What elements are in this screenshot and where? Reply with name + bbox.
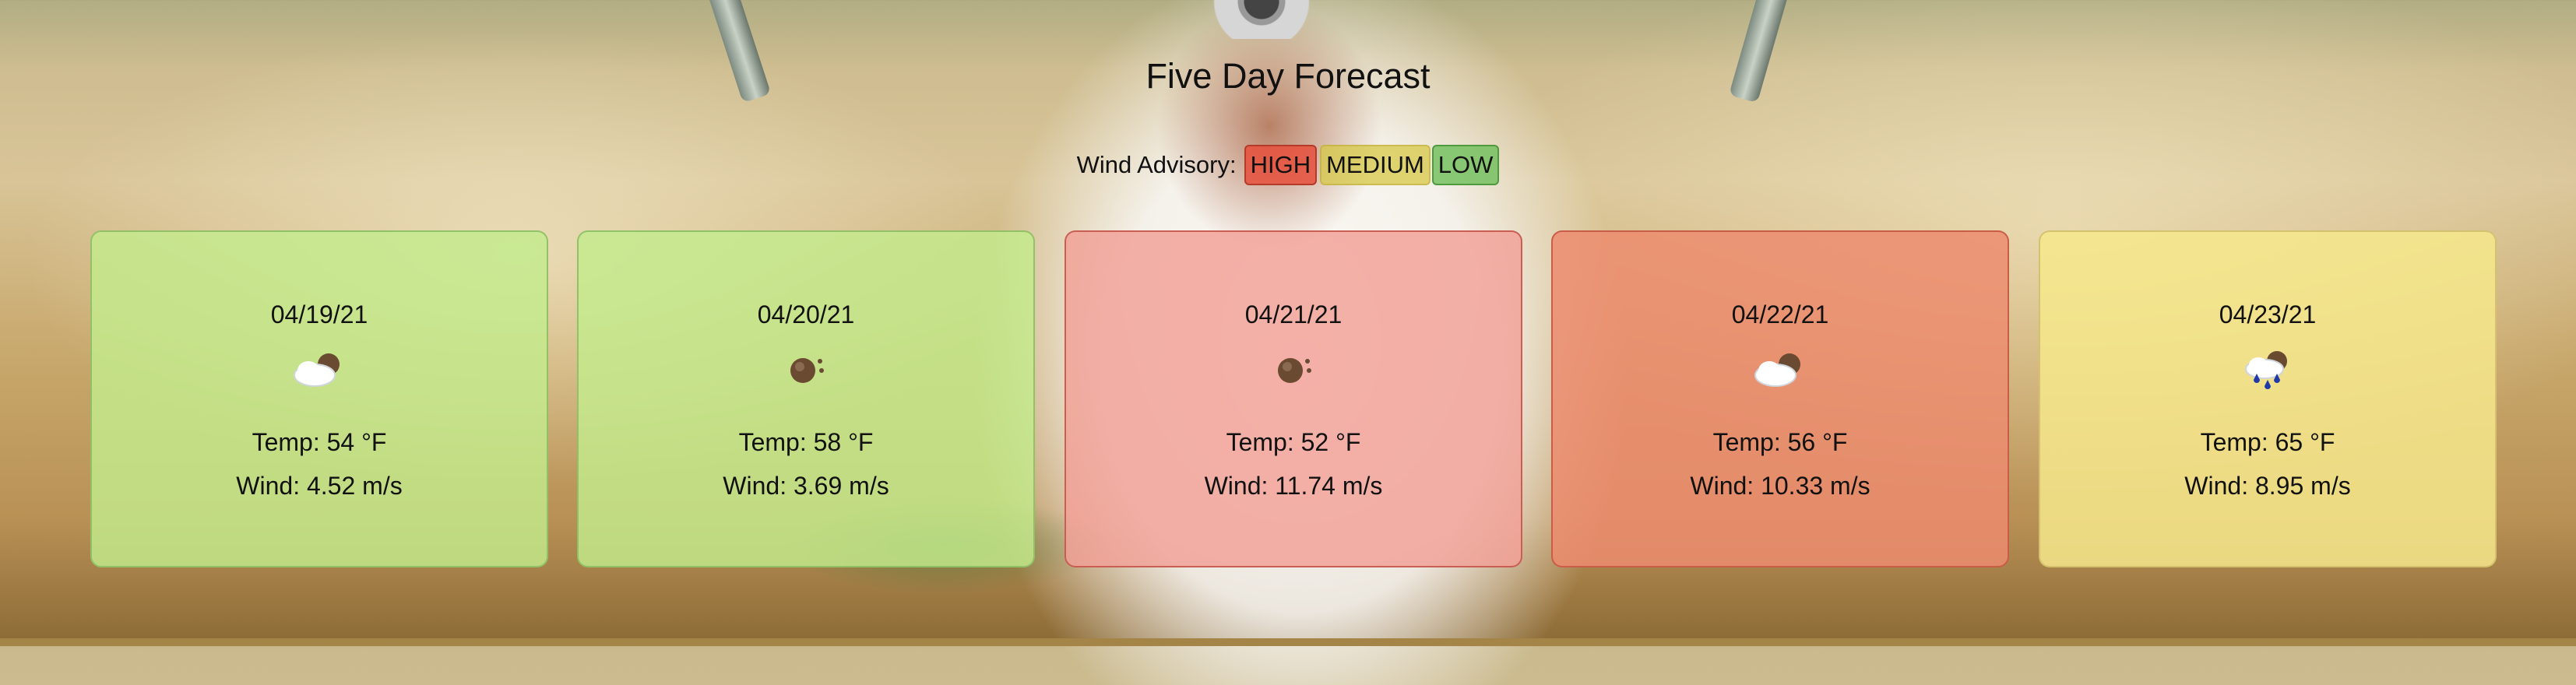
partly-cloudy-icon (1553, 346, 2008, 392)
forecast-wind: Wind: 8.95 m/s (2184, 472, 2351, 500)
forecast-temp: Temp: 56 °F (1712, 428, 1848, 456)
forecast-date: 04/20/21 (757, 300, 855, 328)
advisory-tag-medium: MEDIUM (1320, 145, 1431, 185)
clear-sky-icon (579, 346, 1033, 392)
forecast-wind: Wind: 11.74 m/s (1204, 472, 1383, 500)
wind-advisory-label: Wind Advisory: (1076, 151, 1237, 178)
partly-cloudy-icon (92, 346, 547, 392)
advisory-tag-high: HIGH (1244, 145, 1318, 185)
forecast-cards: 04/19/21 Temp: 54 °F Wind: 4.52 m/s 04/2… (90, 230, 2498, 571)
rain-icon (2040, 346, 2495, 392)
forecast-card: 04/20/21 Temp: 58 °F Wind: 3.69 m/s (577, 230, 1035, 567)
forecast-temp: Temp: 52 °F (1226, 428, 1361, 456)
forecast-wind: Wind: 4.52 m/s (236, 472, 403, 500)
clear-sky-icon (1066, 346, 1521, 392)
forecast-date: 04/19/21 (270, 300, 368, 328)
forecast-date: 04/23/21 (2219, 300, 2317, 328)
forecast-date: 04/21/21 (1244, 300, 1343, 328)
bottom-strip (0, 638, 2576, 646)
forecast-wind: Wind: 10.33 m/s (1690, 472, 1870, 500)
page-title: Five Day Forecast (1145, 56, 1431, 96)
forecast-card: 04/22/21 Temp: 56 °F Wind: 10.33 m/s (1551, 230, 2009, 567)
forecast-wind: Wind: 3.69 m/s (723, 472, 889, 500)
forecast-temp: Temp: 54 °F (252, 428, 387, 456)
forecast-temp: Temp: 65 °F (2200, 428, 2335, 456)
forecast-card: 04/21/21 Temp: 52 °F Wind: 11.74 m/s (1065, 230, 1522, 567)
forecast-card: 04/23/21 Temp: 65 °F Wind: 8.95 m/s (2039, 230, 2497, 567)
forecast-card: 04/19/21 Temp: 54 °F Wind: 4.52 m/s (90, 230, 548, 567)
advisory-tag-low: LOW (1431, 145, 1500, 185)
background-camera (1199, 0, 1324, 39)
forecast-temp: Temp: 58 °F (738, 428, 874, 456)
forecast-date: 04/22/21 (1731, 300, 1829, 328)
wind-advisory-legend: Wind Advisory: HIGH MEDIUM LOW (0, 145, 2576, 185)
